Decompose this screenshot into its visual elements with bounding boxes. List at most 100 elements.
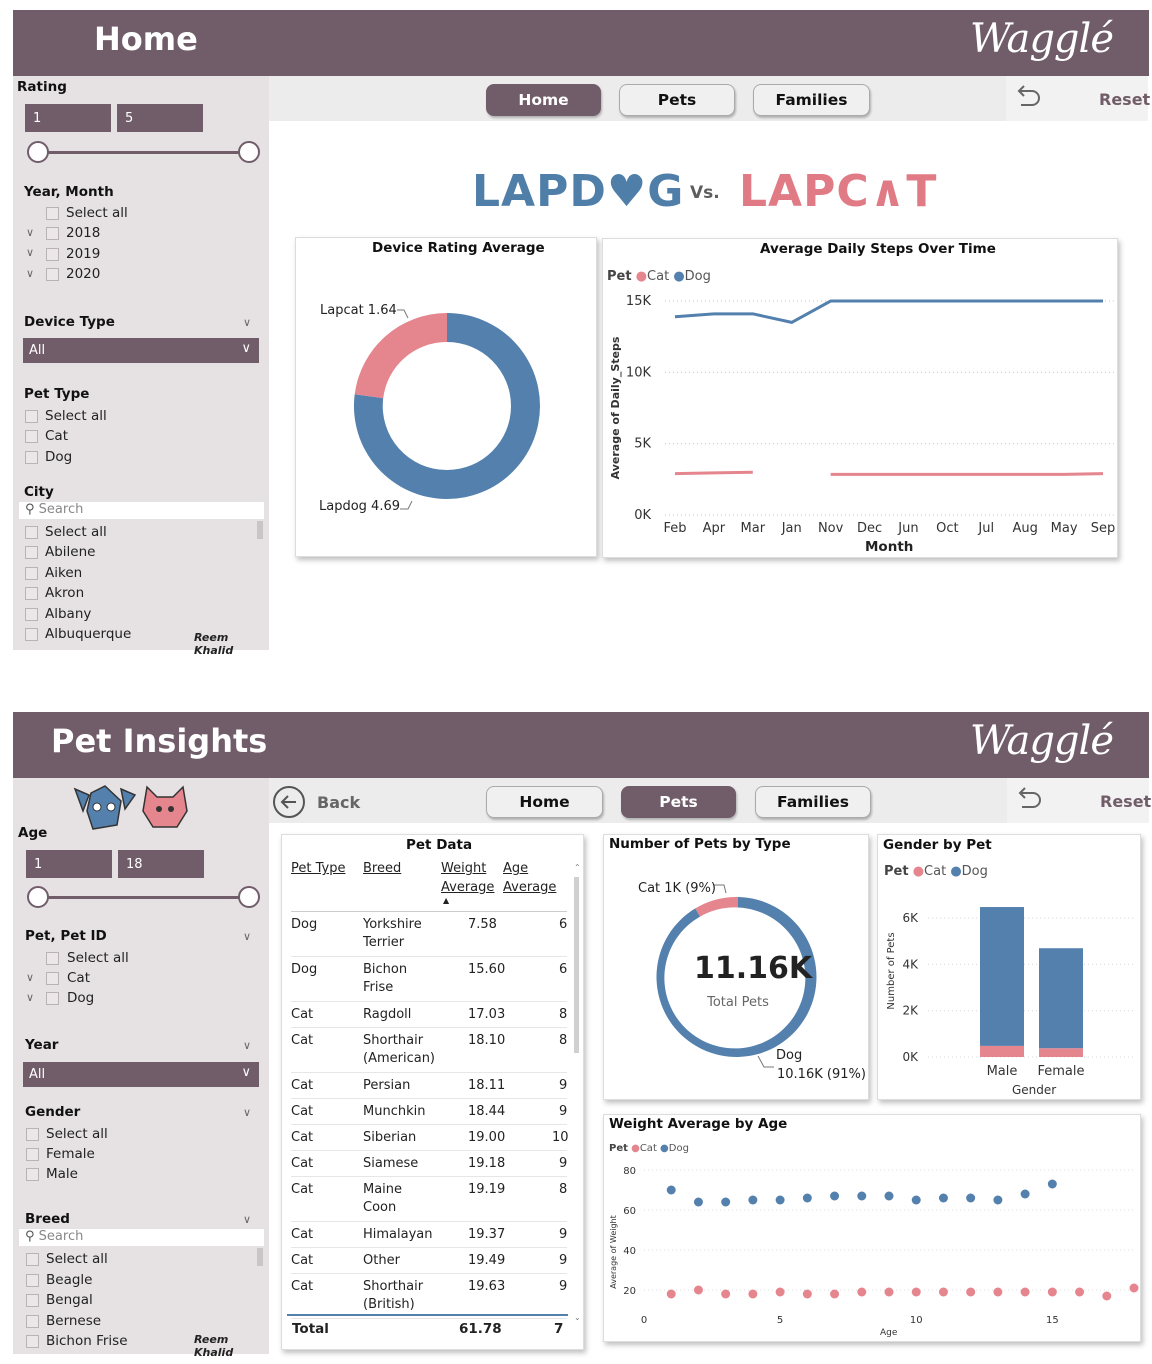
breed-bichon-frise[interactable]: Bichon Frise bbox=[46, 1333, 128, 1349]
city-select-all[interactable]: Select all bbox=[45, 524, 107, 540]
header-breed[interactable]: Breed bbox=[363, 861, 401, 876]
header-weight[interactable]: Weight bbox=[441, 861, 486, 876]
pet-type-cat[interactable]: Cat bbox=[45, 428, 68, 444]
pet-id-dog[interactable]: Dog bbox=[67, 990, 94, 1006]
city-select-all-checkbox[interactable] bbox=[25, 526, 38, 539]
nav-families-button[interactable]: Families bbox=[753, 84, 870, 116]
city-albuquerque-checkbox[interactable] bbox=[25, 628, 38, 641]
cell-breed: Siamese bbox=[363, 1156, 419, 1171]
city-albuquerque[interactable]: Albuquerque bbox=[45, 626, 131, 642]
breed-bengal-checkbox[interactable] bbox=[26, 1294, 39, 1307]
chevron-down-icon[interactable]: ∨ bbox=[243, 1213, 251, 1226]
cell-breed: Ragdoll bbox=[363, 1007, 412, 1022]
device-type-dropdown[interactable]: All ∨ bbox=[23, 338, 259, 363]
chevron-down-icon[interactable]: ∨ bbox=[243, 1039, 251, 1052]
year-dropdown[interactable]: All ∨ bbox=[23, 1062, 259, 1087]
cell-breed: Maine bbox=[363, 1182, 403, 1197]
breed-bengal[interactable]: Bengal bbox=[46, 1292, 93, 1308]
year-2018-checkbox[interactable] bbox=[46, 227, 59, 240]
breed-bernese[interactable]: Bernese bbox=[46, 1313, 101, 1329]
year-month-select-all-checkbox[interactable] bbox=[46, 207, 59, 220]
year-2018[interactable]: 2018 bbox=[66, 225, 100, 241]
age-slider-min-handle[interactable] bbox=[27, 886, 49, 908]
back-button[interactable]: Back bbox=[272, 785, 360, 823]
rating-slider-min-handle[interactable] bbox=[27, 141, 49, 163]
gender-male-checkbox[interactable] bbox=[26, 1168, 39, 1181]
pet-id-dog-checkbox[interactable] bbox=[46, 992, 59, 1005]
city-abilene[interactable]: Abilene bbox=[45, 544, 95, 560]
scroll-up-icon[interactable]: ⌃ bbox=[574, 863, 581, 872]
undo-icon[interactable] bbox=[1012, 84, 1042, 110]
rating-max-input[interactable]: 5 bbox=[117, 104, 203, 132]
city-abilene-checkbox[interactable] bbox=[25, 546, 38, 559]
gender-female[interactable]: Female bbox=[46, 1146, 95, 1162]
nav-pets-button[interactable]: Pets bbox=[621, 786, 736, 818]
reset-area[interactable]: Reset bbox=[1006, 76, 1150, 121]
year-2020-checkbox[interactable] bbox=[46, 268, 59, 281]
expand-chevron-icon[interactable]: ∨ bbox=[26, 991, 34, 1004]
nav-families-button[interactable]: Families bbox=[755, 786, 871, 818]
chevron-down-icon[interactable]: ∨ bbox=[243, 316, 251, 329]
breed-scrollbar[interactable] bbox=[257, 1248, 263, 1266]
expand-chevron-icon[interactable]: ∨ bbox=[26, 267, 34, 280]
city-search-input[interactable]: ⚲ Search bbox=[19, 502, 264, 519]
year-month-select-all[interactable]: Select all bbox=[66, 205, 128, 221]
age-max-input[interactable]: 18 bbox=[118, 850, 204, 878]
header-weight-2[interactable]: Average bbox=[441, 880, 494, 895]
rating-min-input[interactable]: 1 bbox=[25, 104, 111, 132]
city-albany-checkbox[interactable] bbox=[25, 608, 38, 621]
breed-select-all[interactable]: Select all bbox=[46, 1251, 108, 1267]
expand-chevron-icon[interactable]: ∨ bbox=[26, 226, 34, 239]
pet-id-select-all-checkbox[interactable] bbox=[46, 952, 59, 965]
pet-id-cat[interactable]: Cat bbox=[67, 970, 90, 986]
city-aiken-checkbox[interactable] bbox=[25, 567, 38, 580]
nav-home-button[interactable]: Home bbox=[486, 786, 603, 818]
sort-ascending-icon: ▲ bbox=[443, 896, 450, 905]
city-scrollbar[interactable] bbox=[257, 521, 263, 539]
breed-bichon-frise-checkbox[interactable] bbox=[26, 1335, 39, 1348]
header-pet-type[interactable]: Pet Type bbox=[291, 861, 345, 876]
gender-select-all[interactable]: Select all bbox=[46, 1126, 108, 1142]
header-age[interactable]: Age bbox=[503, 861, 528, 876]
gender-male[interactable]: Male bbox=[46, 1166, 78, 1182]
pet-id-select-all[interactable]: Select all bbox=[67, 950, 129, 966]
pet-id-cat-checkbox[interactable] bbox=[46, 972, 59, 985]
pet-type-cat-checkbox[interactable] bbox=[25, 430, 38, 443]
city-aiken[interactable]: Aiken bbox=[45, 565, 82, 581]
breed-beagle[interactable]: Beagle bbox=[46, 1272, 92, 1288]
age-slider-max-handle[interactable] bbox=[238, 886, 260, 908]
pet-type-select-all[interactable]: Select all bbox=[45, 408, 107, 424]
back-arrow-icon bbox=[273, 786, 305, 818]
table-scrollbar[interactable] bbox=[574, 877, 579, 1053]
reset-button[interactable]: Reset bbox=[1099, 90, 1150, 109]
pet-type-dog-checkbox[interactable] bbox=[25, 451, 38, 464]
chevron-down-icon[interactable]: ∨ bbox=[243, 1106, 251, 1119]
nav-home-button[interactable]: Home bbox=[486, 84, 601, 116]
expand-chevron-icon[interactable]: ∨ bbox=[26, 246, 34, 259]
city-akron-checkbox[interactable] bbox=[25, 587, 38, 600]
breed-beagle-checkbox[interactable] bbox=[26, 1274, 39, 1287]
gender-select-all-checkbox[interactable] bbox=[26, 1128, 39, 1141]
age-min-input[interactable]: 1 bbox=[26, 850, 112, 878]
nav-pets-button[interactable]: Pets bbox=[619, 84, 735, 116]
chevron-down-icon[interactable]: ∨ bbox=[243, 930, 251, 943]
chevron-down-icon: ∨ bbox=[241, 341, 251, 356]
gender-female-checkbox[interactable] bbox=[26, 1148, 39, 1161]
year-2019[interactable]: 2019 bbox=[66, 246, 100, 262]
year-2019-checkbox[interactable] bbox=[46, 248, 59, 261]
reset-area[interactable]: Reset bbox=[1007, 778, 1151, 823]
pet-type-select-all-checkbox[interactable] bbox=[25, 410, 38, 423]
breed-select-all-checkbox[interactable] bbox=[26, 1253, 39, 1266]
rating-slider-max-handle[interactable] bbox=[238, 141, 260, 163]
city-akron[interactable]: Akron bbox=[45, 585, 84, 601]
breed-bernese-checkbox[interactable] bbox=[26, 1315, 39, 1328]
breed-search-input[interactable]: ⚲ Search bbox=[19, 1229, 264, 1246]
reset-button[interactable]: Reset bbox=[1100, 792, 1151, 811]
scroll-down-icon[interactable]: ⌄ bbox=[574, 1313, 581, 1322]
year-2020[interactable]: 2020 bbox=[66, 266, 100, 282]
pet-type-dog[interactable]: Dog bbox=[45, 449, 72, 465]
header-age-2[interactable]: Average bbox=[503, 880, 556, 895]
expand-chevron-icon[interactable]: ∨ bbox=[26, 971, 34, 984]
city-albany[interactable]: Albany bbox=[45, 606, 91, 622]
undo-icon[interactable] bbox=[1013, 786, 1043, 812]
